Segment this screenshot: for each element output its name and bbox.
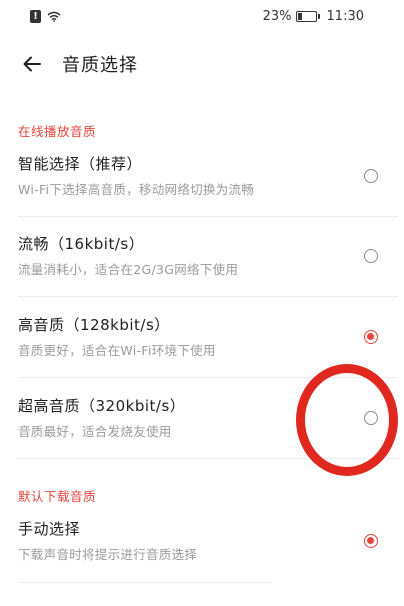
option-subtitle: 音质最好，适合发烧友使用 bbox=[18, 424, 172, 439]
radio-high-quality[interactable] bbox=[364, 330, 378, 344]
alert-icon: ! bbox=[30, 10, 41, 23]
status-left: ! bbox=[30, 10, 61, 23]
status-right: 23% ⚡ 11:30 bbox=[263, 9, 364, 24]
option-title: 超高音质（320kbit/s） bbox=[18, 397, 186, 415]
charging-bolt-icon: ⚡ bbox=[300, 11, 308, 22]
radio-super-high-quality[interactable] bbox=[364, 411, 378, 425]
option-high-quality[interactable]: 高音质（128kbit/s） 音质更好，适合在Wi-Fi环境下使用 bbox=[0, 298, 404, 378]
wifi-icon bbox=[47, 11, 61, 22]
divider bbox=[18, 296, 398, 297]
option-subtitle: 音质更好，适合在Wi-Fi环境下使用 bbox=[18, 343, 216, 358]
option-subtitle: Wi-Fi下选择高音质，移动网络切换为流畅 bbox=[18, 182, 255, 197]
back-button[interactable] bbox=[18, 50, 46, 78]
battery-percent: 23% bbox=[262, 9, 292, 24]
option-manual[interactable]: 手动选择 下载声音时将提示进行音质选择 bbox=[0, 502, 404, 582]
screen: ! 23% ⚡ 11:30 音质选择 在线播放音质 智能选择（推荐） Wi-Fi… bbox=[0, 0, 404, 606]
option-smart[interactable]: 智能选择（推荐） Wi-Fi下选择高音质，移动网络切换为流畅 bbox=[0, 137, 404, 217]
option-title: 智能选择（推荐） bbox=[18, 155, 143, 173]
radio-manual[interactable] bbox=[364, 534, 378, 548]
clock: 11:30 bbox=[326, 9, 364, 24]
option-title: 高音质（128kbit/s） bbox=[18, 316, 170, 334]
divider bbox=[18, 377, 398, 378]
option-super-high-quality[interactable]: 超高音质（320kbit/s） 音质最好，适合发烧友使用 bbox=[0, 379, 404, 459]
radio-smooth[interactable] bbox=[364, 249, 378, 263]
option-title: 手动选择 bbox=[18, 520, 81, 538]
option-smooth[interactable]: 流畅（16kbit/s） 流量消耗小，适合在2G/3G网络下使用 bbox=[0, 217, 404, 297]
divider bbox=[18, 458, 398, 459]
battery-charging-icon: ⚡ bbox=[295, 11, 320, 22]
divider bbox=[18, 582, 272, 583]
status-bar: ! 23% ⚡ 11:30 bbox=[0, 0, 404, 34]
page-title: 音质选择 bbox=[62, 55, 138, 76]
option-subtitle: 下载声音时将提示进行音质选择 bbox=[18, 547, 198, 562]
option-subtitle: 流量消耗小，适合在2G/3G网络下使用 bbox=[18, 262, 239, 277]
app-header: 音质选择 bbox=[0, 40, 404, 86]
arrow-left-icon bbox=[23, 56, 41, 72]
option-title: 流畅（16kbit/s） bbox=[18, 235, 145, 253]
radio-smart[interactable] bbox=[364, 169, 378, 183]
